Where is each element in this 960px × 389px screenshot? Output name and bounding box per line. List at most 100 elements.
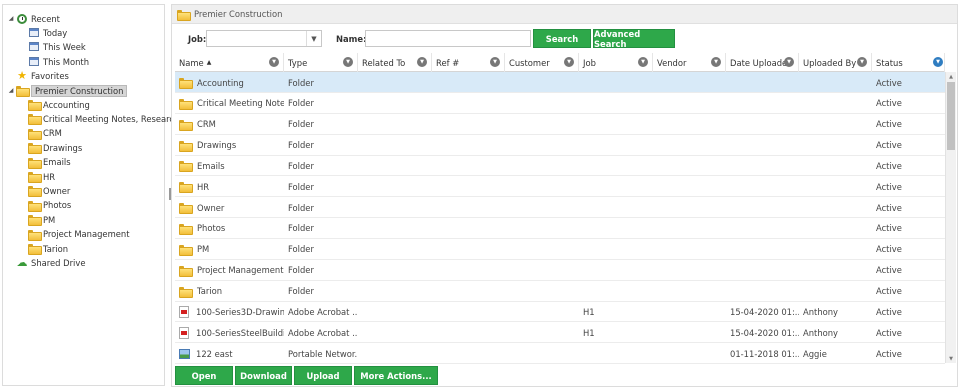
table-row[interactable]: Drawings Folder Active [175,135,945,156]
table-cell: 15-04-2020 01:... [730,327,799,338]
table-cell [358,301,432,322]
tree-node-premier-construction[interactable]: ◢ Premier Construction [6,84,128,97]
expand-arrow-icon[interactable]: ◢ [6,15,16,22]
table-cell [653,218,726,239]
table-row[interactable]: HR Folder Active [175,176,945,198]
sort-asc-icon: ▲ [206,59,212,66]
tree-node-label: Project Management [43,229,130,240]
table-row[interactable]: Emails Folder Active [175,155,945,177]
table-cell [726,281,799,302]
table-row[interactable]: CRM Folder Active [175,114,945,135]
job-select[interactable]: ▼ [206,30,322,47]
tree-node-folder[interactable]: Accounting [28,98,90,111]
breadcrumb-current[interactable]: Premier Construction [194,9,282,19]
table-cell: Emails [175,155,284,176]
table-cell: 100-SeriesSteelBuildi... [175,322,284,343]
vertical-scrollbar[interactable]: ▲ ▼ [945,72,956,363]
chevron-down-icon[interactable]: ▼ [306,31,321,46]
tree-node-folder[interactable]: Drawings [28,141,82,155]
tree-node-favorites[interactable]: ★ Favorites [16,69,69,82]
table-cell [432,281,505,302]
column-options-icon[interactable]: ▼ [933,57,943,67]
tree-node-folder[interactable]: Critical Meeting Notes, Research [28,112,179,126]
tree-node-folder[interactable]: Project Management [28,228,130,241]
column-header-type[interactable]: Type ▼ [284,53,358,72]
table-cell: Folder [288,265,314,276]
scroll-up-icon[interactable]: ▲ [946,72,956,81]
column-header-uploaded-by[interactable]: Uploaded By ▼ [799,53,872,72]
tree-node-folder[interactable]: Photos [28,199,71,212]
table-cell [432,301,505,322]
table-row[interactable]: 100-SeriesSteelBuildi... Adobe Acrobat ..… [175,322,945,344]
tree-node-shared-drive[interactable]: ☁ Shared Drive [16,256,86,269]
table-cell: Portable Networ... [288,348,358,359]
column-filter-icon[interactable]: ▼ [490,57,500,67]
table-row[interactable]: PM Folder Active [175,239,945,260]
tree-node-this-month[interactable]: This Month [28,55,89,68]
scroll-down-icon[interactable]: ▼ [946,354,956,363]
tree-node-folder[interactable]: Tarion [28,242,68,255]
table-row[interactable]: 122 east Portable Networ... 01-11-2018 01:… [175,343,945,364]
column-header-vendor[interactable]: Vendor ▼ [653,53,726,72]
advanced-search-button[interactable]: Advanced Search [593,29,675,49]
table-cell [799,218,872,239]
table-row[interactable]: 100-Series3D-Drawing Adobe Acrobat ... H1 1… [175,301,945,323]
scroll-thumb[interactable] [947,82,955,150]
tree-node-folder[interactable]: PM [28,213,55,227]
table-row[interactable]: Critical Meeting Notes... Folder Active [175,93,945,114]
expand-arrow-icon[interactable]: ◢ [6,87,16,94]
name-input[interactable] [365,30,531,47]
column-header-customer[interactable]: Customer ▼ [505,53,579,72]
table-row[interactable]: Project Management Folder Active [175,260,945,281]
upload-button[interactable]: Upload [294,366,352,385]
column-filter-icon[interactable]: ▼ [784,57,794,67]
grid-header: Name ▲ ▼ Type ▼ Related To ▼ Ref # ▼ Customer ▼ Job… [175,53,945,72]
table-cell [358,135,432,156]
documents-grid: Name ▲ ▼ Type ▼ Related To ▼ Ref # ▼ Customer ▼ Job… [175,53,945,364]
more-actions-button[interactable]: More Actions... [354,366,438,385]
tree-node-this-week[interactable]: This Week [28,40,86,53]
table-cell: Active [876,223,902,234]
table-cell [726,135,799,156]
table-cell [505,260,579,281]
folder-icon [179,223,193,235]
search-button[interactable]: Search [533,29,591,48]
column-filter-icon[interactable]: ▼ [564,57,574,67]
tree-node-today[interactable]: Today [28,26,67,39]
open-button[interactable]: Open [175,366,233,385]
table-row[interactable]: Photos Folder Active [175,218,945,239]
table-cell [799,197,872,218]
table-cell: Folder [288,286,314,296]
tree-node-label: Photos [43,200,72,211]
table-row[interactable]: Owner Folder Active [175,197,945,219]
column-header-ref[interactable]: Ref # ▼ [432,53,505,72]
column-filter-icon[interactable]: ▼ [269,57,279,67]
table-cell [579,155,653,176]
tree-node-folder[interactable]: Owner [28,184,70,198]
tree-node-folder[interactable]: Emails [28,156,71,169]
table-cell: H1 [583,327,595,338]
table-cell: Anthony [803,327,839,338]
column-header-related-to[interactable]: Related To ▼ [358,53,432,72]
table-cell [505,114,579,135]
table-cell [358,239,432,260]
column-filter-icon[interactable]: ▼ [857,57,867,67]
table-row[interactable]: Tarion Folder Active [175,281,945,302]
tree-node-folder[interactable]: CRM [28,127,62,140]
download-button[interactable]: Download [235,366,292,385]
column-filter-icon[interactable]: ▼ [343,57,353,67]
table-cell [579,239,653,260]
column-filter-icon[interactable]: ▼ [417,57,427,67]
tree-node-folder[interactable]: HR [28,170,55,183]
table-cell [653,72,726,93]
column-header-date-uploaded[interactable]: Date Uploaded ▼ [726,53,799,72]
table-cell [579,114,653,135]
column-header-job[interactable]: Job ▼ [579,53,653,72]
column-header-name[interactable]: Name ▲ ▼ [175,53,284,72]
column-filter-icon[interactable]: ▼ [711,57,721,67]
tree-node-recent[interactable]: ◢ Recent [6,12,60,25]
table-cell: 100-Series3D-Drawing [175,301,284,322]
table-row[interactable]: Accounting Folder Active [175,72,945,93]
clock-icon [17,13,27,24]
column-filter-icon[interactable]: ▼ [638,57,648,67]
